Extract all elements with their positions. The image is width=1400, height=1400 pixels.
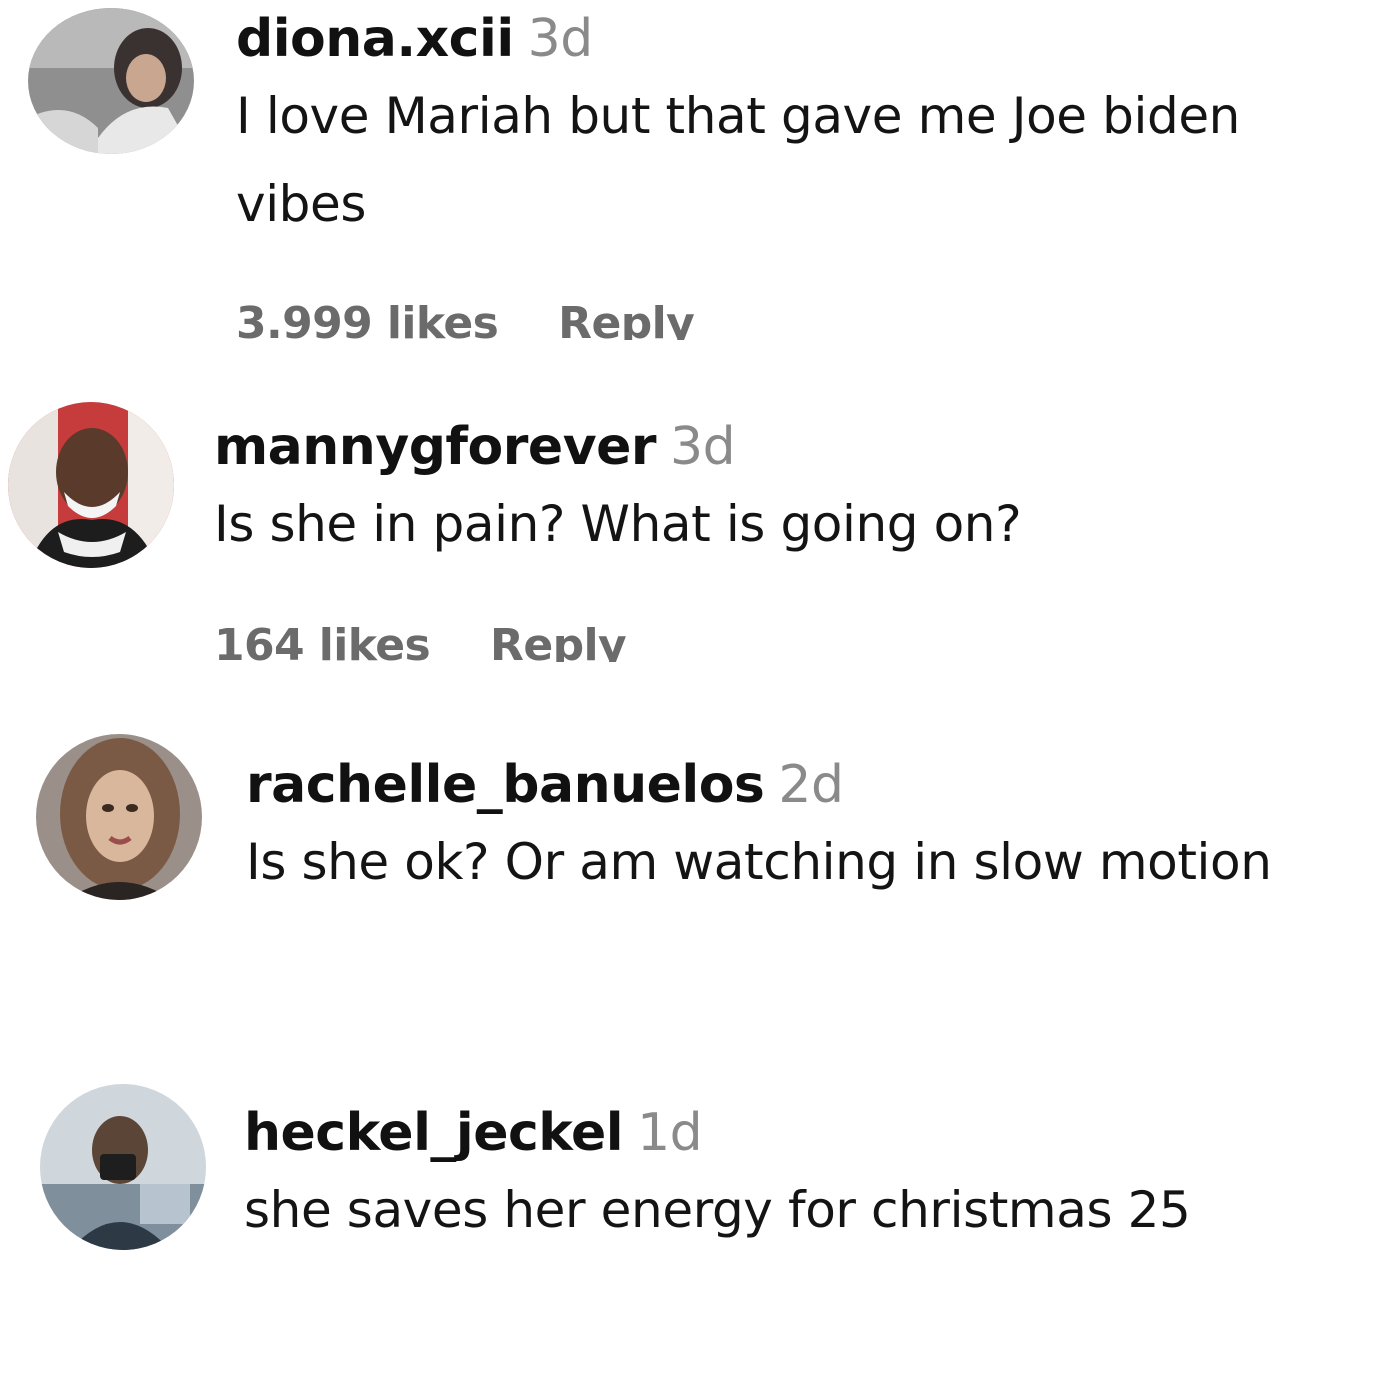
likes-count[interactable]: 3.999 likes xyxy=(236,298,499,340)
comment-timestamp: 1d xyxy=(637,1103,703,1163)
comment-text: she saves her energy for christmas 25 xyxy=(244,1181,1191,1239)
avatar-photo-icon xyxy=(8,402,174,568)
avatar[interactable] xyxy=(8,402,174,568)
likes-count[interactable]: 164 likes xyxy=(214,620,431,662)
reply-button[interactable]: Reply xyxy=(558,298,695,340)
comment-timestamp: 3d xyxy=(527,9,594,69)
comment-timestamp: 3d xyxy=(670,417,736,477)
avatar[interactable] xyxy=(28,8,194,154)
avatar-photo-icon xyxy=(40,1084,206,1250)
comment-text: Is she ok? Or am watching in slow motion xyxy=(246,833,1272,891)
avatar[interactable] xyxy=(40,1084,206,1250)
comment-text: Is she in pain? What is going on? xyxy=(214,495,1022,553)
comment-username[interactable]: heckel_jeckel xyxy=(244,1103,624,1163)
comment-username[interactable]: rachelle_banuelos xyxy=(246,755,765,815)
reply-button[interactable]: Reply xyxy=(490,620,627,662)
comment-username[interactable]: mannygforever xyxy=(214,417,657,477)
comment-timestamp: 2d xyxy=(778,755,844,815)
avatar[interactable] xyxy=(36,734,202,900)
comment-username[interactable]: diona.xcii xyxy=(236,9,514,69)
avatar-photo-icon xyxy=(36,734,202,900)
avatar-photo-icon xyxy=(28,8,194,154)
comment-text: I love Mariah but that gave me Joe biden… xyxy=(236,87,1240,233)
